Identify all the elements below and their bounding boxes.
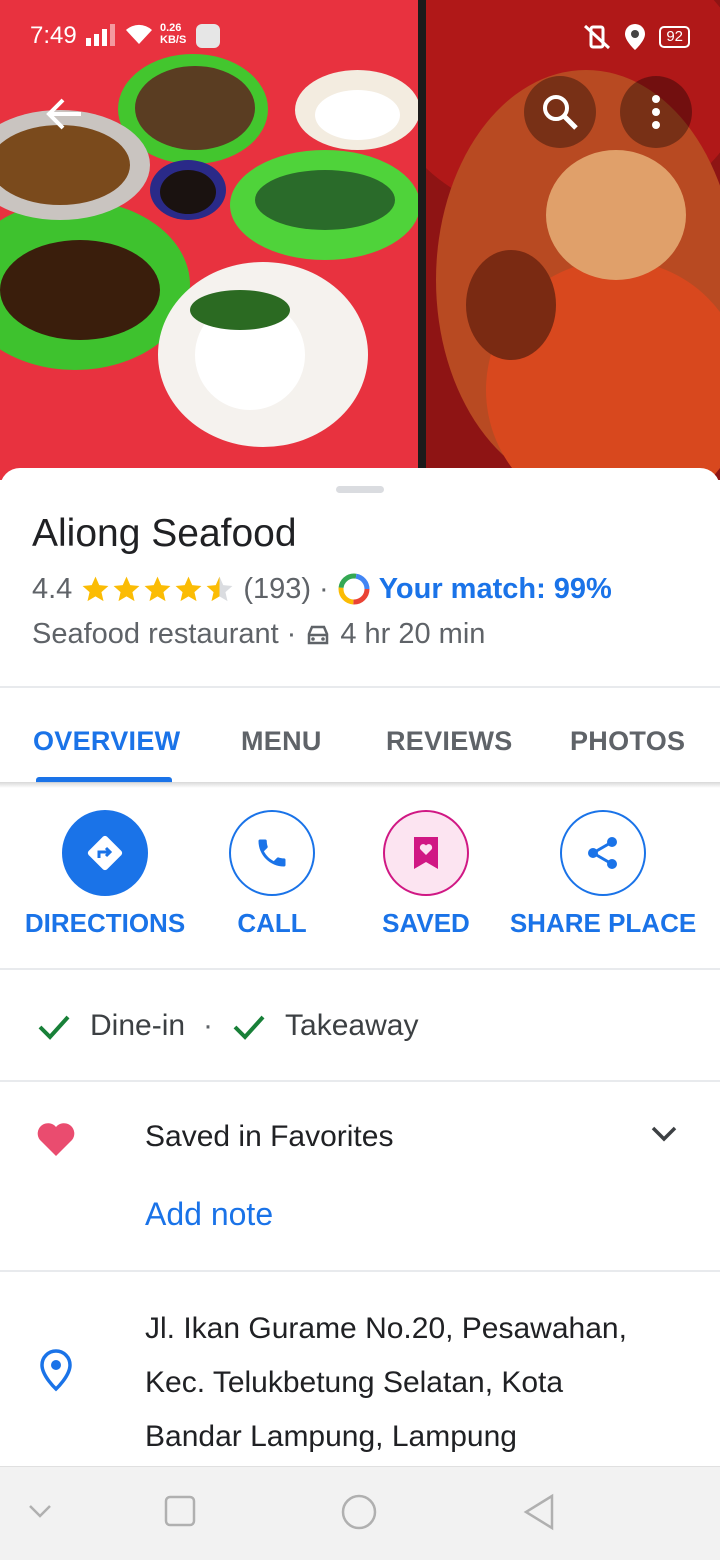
address-line: Kec. Telukbetung Selatan, Kota: [145, 1366, 564, 1399]
star-half-icon: [206, 576, 233, 601]
reviews-count: (193): [243, 572, 312, 605]
car-icon: [308, 625, 329, 644]
divider: [0, 1080, 720, 1082]
tab-overview[interactable]: OVERVIEW: [33, 726, 180, 757]
check-icon: [233, 1015, 265, 1040]
place-category: Seafood restaurant: [32, 618, 279, 650]
call-button[interactable]: CALL: [228, 810, 316, 939]
share-circle: [560, 810, 646, 896]
back-nav-icon[interactable]: [522, 1493, 556, 1531]
call-circle: [229, 810, 315, 896]
service-options: Dine-in · Takeaway: [36, 1008, 418, 1044]
tabs-shadow: [0, 782, 720, 788]
rating-value: 4.4: [32, 572, 73, 605]
more-options-button[interactable]: [620, 76, 692, 148]
tab-menu[interactable]: MENU: [241, 726, 322, 757]
battery-indicator: 92: [659, 26, 690, 48]
food-photo-left[interactable]: [0, 0, 418, 480]
search-button[interactable]: [524, 76, 596, 148]
star-icon: [82, 576, 109, 601]
check-icon: [38, 1015, 70, 1040]
chevron-down-icon[interactable]: [28, 1503, 52, 1519]
category-row: Seafood restaurant · 4 hr 20 min: [32, 618, 485, 651]
status-bar: 7:49 0.26 KB/S 92: [0, 0, 720, 56]
bookmark-heart-icon: [414, 837, 438, 869]
saved-button[interactable]: SAVED: [382, 810, 470, 939]
search-icon: [543, 95, 578, 130]
address-line: Jl. Ikan Gurame No.20, Pesawahan,: [145, 1312, 627, 1345]
directions-icon: [87, 835, 123, 871]
food-photo-right[interactable]: [426, 0, 720, 480]
divider: [0, 1270, 720, 1272]
separator-dot: ·: [203, 1009, 214, 1042]
divider: [0, 968, 720, 970]
directions-button[interactable]: DIRECTIONS: [24, 810, 186, 939]
system-nav-bar: [0, 1466, 720, 1560]
saved-label: SAVED: [382, 908, 470, 938]
saved-list-label[interactable]: Saved in Favorites: [145, 1120, 393, 1154]
saved-circle: [383, 810, 469, 896]
chevron-down-icon[interactable]: [648, 1118, 680, 1150]
add-note-link[interactable]: Add note: [145, 1196, 273, 1233]
back-button[interactable]: [34, 84, 94, 144]
home-icon[interactable]: [340, 1493, 378, 1531]
app-notification-icon: [196, 24, 220, 48]
directions-label: DIRECTIONS: [24, 908, 186, 938]
address[interactable]: Jl. Ikan Gurame No.20, Pesawahan, Kec. T…: [145, 1302, 705, 1464]
location-icon: [625, 24, 646, 50]
tab-reviews[interactable]: REVIEWS: [386, 726, 513, 757]
heart-icon: [37, 1123, 75, 1156]
wifi-icon: [126, 24, 152, 44]
share-label: SHARE PLACE: [509, 908, 697, 938]
photo-header[interactable]: 7:49 0.26 KB/S 92: [0, 0, 720, 480]
location-pin-icon: [40, 1349, 72, 1392]
tab-bar: OVERVIEW MENU REVIEWS PHOTOS: [0, 688, 720, 784]
separator-dot: ·: [286, 618, 297, 650]
separator-dot: ·: [319, 572, 329, 605]
recents-icon[interactable]: [164, 1495, 196, 1527]
star-icon: [113, 576, 140, 601]
more-vert-icon: [652, 95, 660, 129]
phone-icon: [258, 839, 286, 867]
address-line: Bandar Lampung, Lampung: [145, 1420, 517, 1453]
drive-time: 4 hr 20 min: [340, 618, 486, 650]
status-time: 7:49: [30, 22, 77, 49]
rating-row[interactable]: 4.4 (193) · Your match: 99%: [32, 572, 612, 606]
tab-photos[interactable]: PHOTOS: [570, 726, 685, 757]
service-dine-in: Dine-in: [90, 1009, 186, 1042]
arrow-left-icon: [46, 98, 81, 130]
match-score[interactable]: Your match: 99%: [379, 573, 612, 606]
directions-circle: [62, 810, 148, 896]
google-match-icon: [338, 573, 370, 605]
signal-icon: [86, 24, 115, 46]
share-icon: [588, 837, 617, 869]
drag-handle[interactable]: [336, 486, 384, 493]
place-name: Aliong Seafood: [32, 512, 297, 555]
network-speed: 0.26 KB/S: [160, 22, 187, 46]
rating-stars: [80, 574, 235, 605]
star-icon: [175, 576, 202, 601]
share-place-button[interactable]: SHARE PLACE: [510, 810, 696, 939]
star-icon: [144, 576, 171, 601]
call-label: CALL: [237, 908, 307, 938]
status-right: 92: [583, 24, 690, 50]
service-takeaway: Takeaway: [285, 1009, 419, 1042]
place-sheet: Aliong Seafood 4.4 (193) · Your match: 9…: [0, 468, 720, 1468]
vibrate-off-icon: [584, 24, 611, 50]
